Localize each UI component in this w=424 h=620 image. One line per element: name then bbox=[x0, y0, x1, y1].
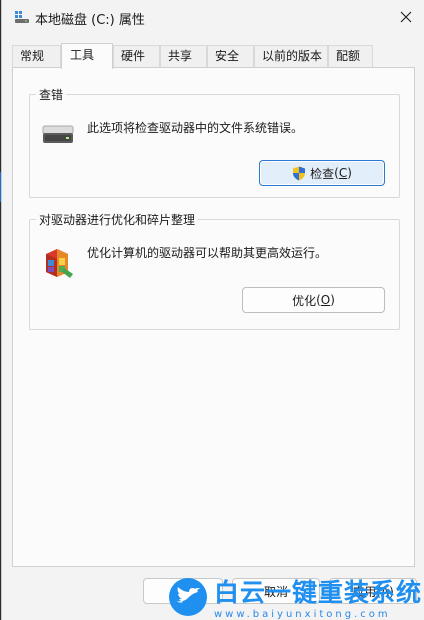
bird-logo-icon bbox=[169, 577, 207, 616]
tab-general[interactable]: 常规 bbox=[12, 45, 61, 67]
watermark: 白云一键重装系统 www.baiyunxitong.com bbox=[168, 573, 424, 620]
tab-previous-versions[interactable]: 以前的版本 bbox=[254, 45, 328, 67]
defrag-icon bbox=[46, 249, 73, 278]
error-check-group-label: 查错 bbox=[36, 86, 67, 103]
close-icon bbox=[400, 11, 412, 23]
close-button[interactable] bbox=[386, 0, 424, 34]
optimize-group-label: 对驱动器进行优化和碎片整理 bbox=[36, 211, 199, 228]
check-button-label: 检查 bbox=[310, 166, 335, 181]
optimize-description: 优化计算机的驱动器可以帮助其更高效运行。 bbox=[87, 246, 328, 260]
tab-hardware[interactable]: 硬件 bbox=[113, 45, 160, 67]
uac-shield-icon bbox=[293, 166, 306, 180]
tab-tools[interactable]: 工具 bbox=[61, 43, 113, 69]
window-title: 本地磁盘 (C:) 属性 bbox=[35, 13, 145, 28]
watermark-url: www.baiyunxitong.com bbox=[214, 609, 391, 620]
watermark-brand: 白云一键重装系统 bbox=[214, 578, 423, 607]
drive-icon bbox=[42, 125, 74, 143]
check-button[interactable]: 检查(C) bbox=[259, 160, 385, 186]
drive-small-icon bbox=[15, 11, 29, 23]
optimize-button-label: 优化 bbox=[292, 293, 317, 308]
properties-dialog: 本地磁盘 (C:) 属性 常规 工具 硬件 共享 安全 以前的版本 配额 查错 … bbox=[1, 0, 424, 620]
tab-security[interactable]: 安全 bbox=[207, 45, 254, 67]
error-check-description: 此选项将检查驱动器中的文件系统错误。 bbox=[87, 121, 304, 135]
tools-panel: 查错 此选项将检查驱动器中的文件系统错误。 检查(C) 对驱动器进行优化和碎片整… bbox=[12, 67, 415, 567]
tab-sharing[interactable]: 共享 bbox=[160, 45, 207, 67]
optimize-group: 对驱动器进行优化和碎片整理 优化计算机的驱动器可以帮助其更高效运行。 优化(O) bbox=[29, 211, 400, 330]
optimize-button-accesskey: O bbox=[320, 293, 331, 307]
error-check-group: 查错 此选项将检查驱动器中的文件系统错误。 检查(C) bbox=[29, 86, 400, 198]
title-bar[interactable]: 本地磁盘 (C:) 属性 bbox=[2, 0, 424, 36]
tab-quota[interactable]: 配额 bbox=[328, 45, 373, 67]
check-button-accesskey: C bbox=[338, 166, 348, 180]
optimize-button[interactable]: 优化(O) bbox=[242, 287, 385, 313]
